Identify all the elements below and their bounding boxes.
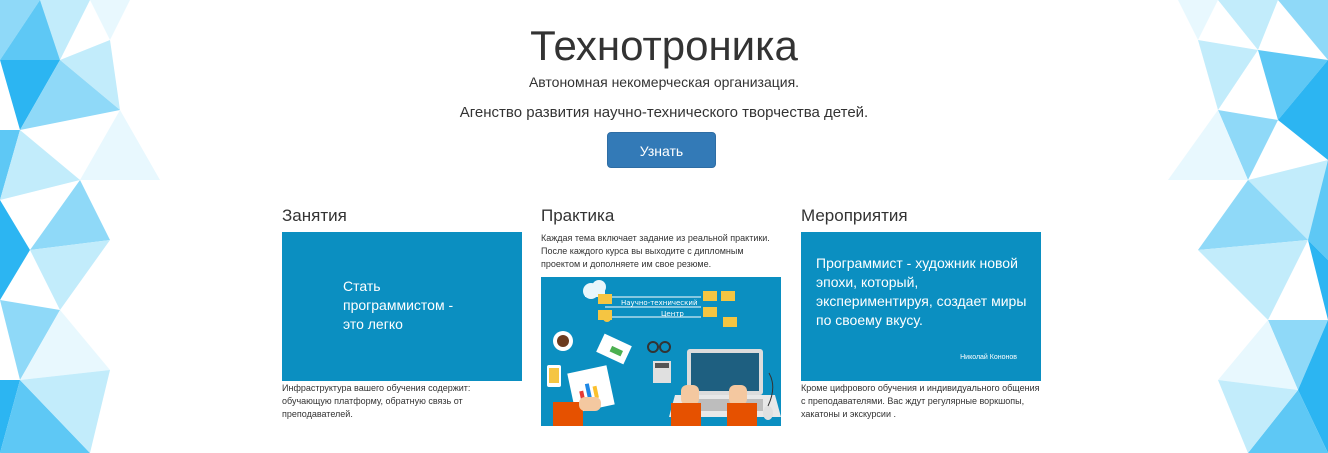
organization-description: Агенство развития научно-технического тв…: [459, 104, 869, 121]
column-classes: Занятия Стать программистом - это легко …: [282, 206, 522, 421]
workspace-illustration: Научно-технический Центр: [541, 277, 781, 426]
column-heading: Мероприятия: [801, 206, 908, 225]
classes-image: Стать программистом - это легко: [282, 232, 522, 381]
illustration-caption-line1: Научно-технический: [621, 299, 698, 307]
learn-more-button[interactable]: Узнать больше!: [607, 132, 716, 193]
column-description: Кроме цифрового обучения и индивидуально…: [801, 383, 1040, 419]
organization-type: Автономная некомерческая организация.: [528, 74, 800, 90]
column-heading: Занятия: [282, 206, 347, 225]
column-description: Каждая тема включает задание из реальной…: [541, 233, 770, 269]
illustration-caption-line2: Центр: [661, 310, 684, 318]
classes-image-text: Стать программистом - это легко: [343, 278, 454, 332]
column-heading: Практика: [541, 206, 615, 225]
quote-text: Программист - художник новой эпохи, кото…: [816, 255, 1027, 328]
practice-illustration: Научно-технический Центр: [541, 277, 781, 426]
events-quote-image: Программист - художник новой эпохи, кото…: [801, 232, 1041, 381]
column-practice: Практика Каждая тема включает задание из…: [541, 206, 781, 426]
column-events: Мероприятия Программист - художник новой…: [801, 206, 1041, 421]
site-title: Технотроника: [530, 22, 798, 69]
quote-author: Николай Кононов: [960, 354, 1017, 361]
column-description: Инфраструктура вашего обучения содержит:…: [282, 383, 471, 419]
